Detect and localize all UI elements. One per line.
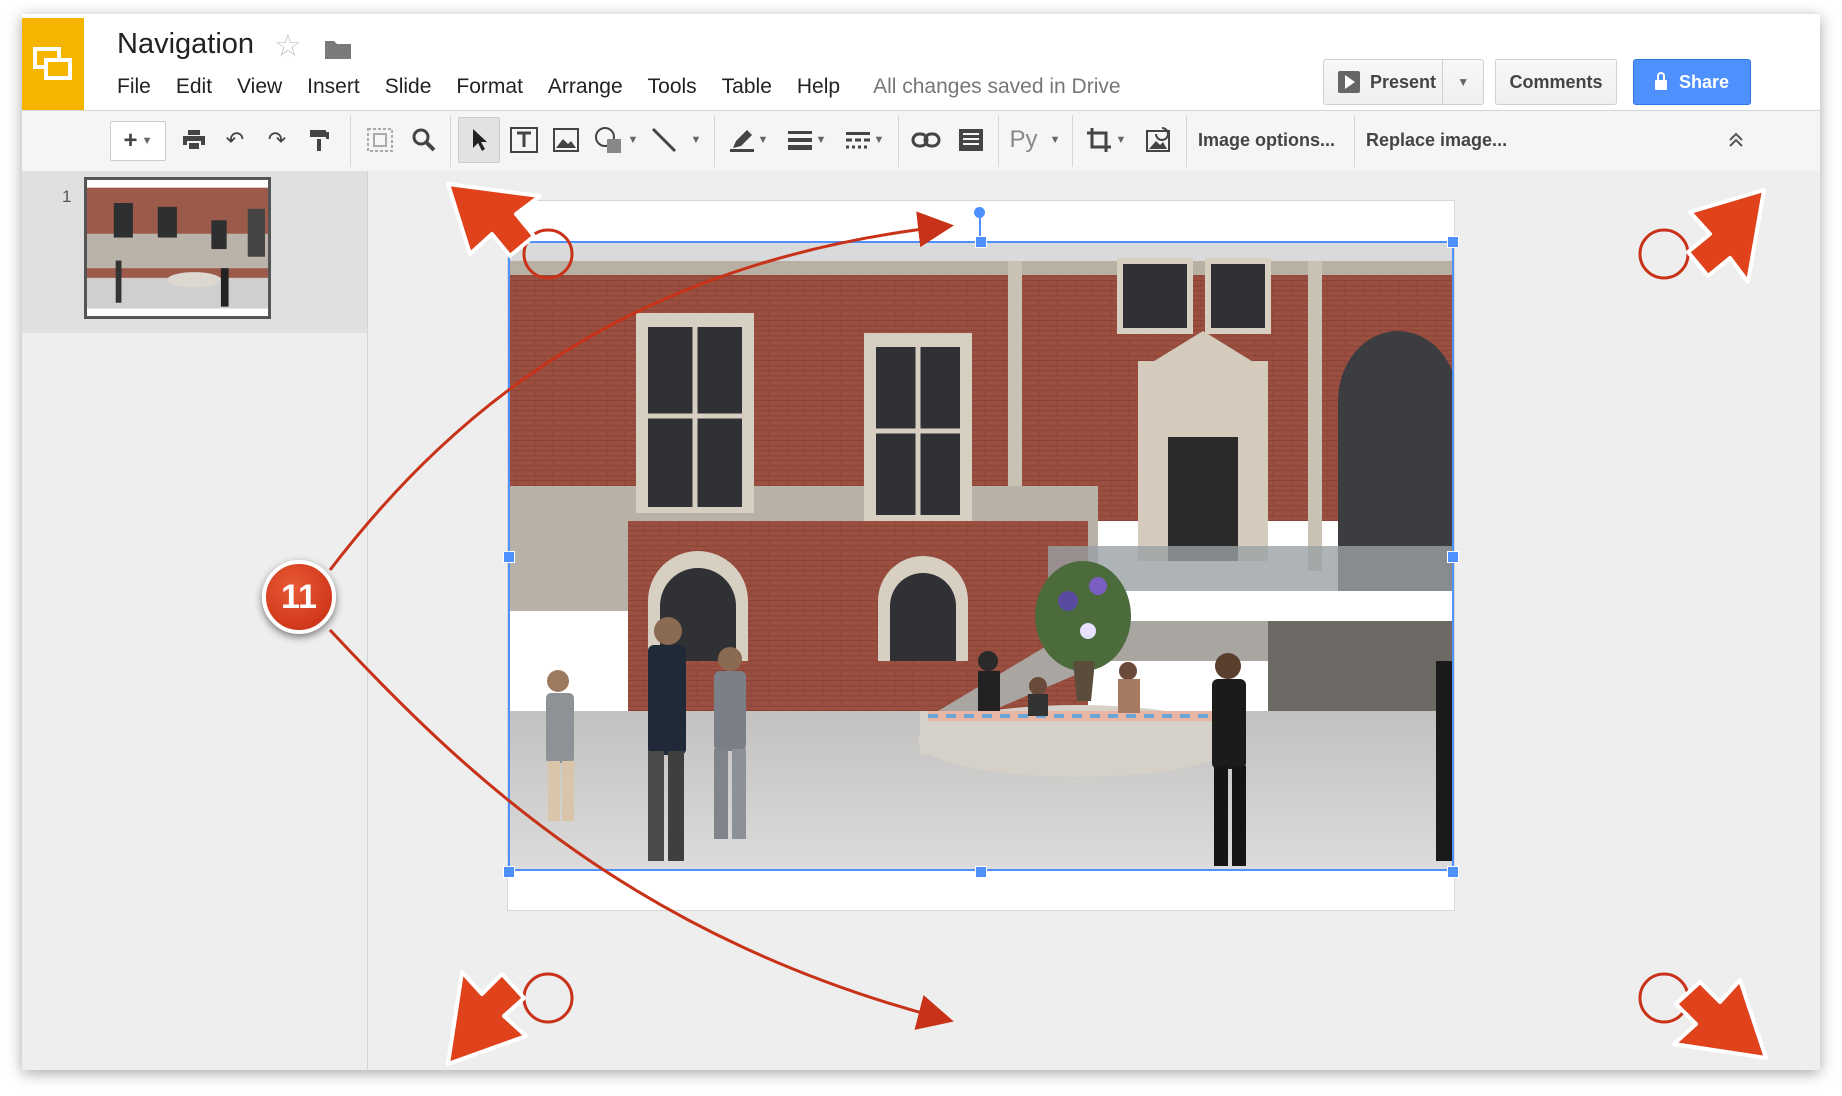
text-box-icon[interactable] xyxy=(506,117,542,163)
select-cursor-icon[interactable] xyxy=(458,117,500,163)
slides-logo-icon xyxy=(33,47,72,80)
slides-logo[interactable] xyxy=(22,18,84,110)
border-dash-icon[interactable]: ▼ xyxy=(840,117,890,163)
menu-file[interactable]: File xyxy=(117,75,151,105)
chevron-down-icon[interactable]: ▼ xyxy=(142,135,153,147)
menu-view[interactable]: View xyxy=(237,75,282,105)
reset-image-icon[interactable] xyxy=(1138,117,1178,163)
resize-handle-left[interactable] xyxy=(503,551,515,563)
undo-icon[interactable]: ↶ xyxy=(218,117,252,163)
resize-handle-bottom[interactable] xyxy=(975,866,987,878)
resize-handle-top[interactable] xyxy=(975,236,987,248)
plus-icon: + xyxy=(123,127,138,154)
shape-icon[interactable]: ▼ xyxy=(590,117,642,163)
save-status: All changes saved in Drive xyxy=(873,75,1121,98)
comments-button[interactable]: Comments xyxy=(1495,59,1617,105)
menu-bar: File Edit View Insert Slide Format Arran… xyxy=(117,75,1121,105)
crop-icon[interactable]: ▼ xyxy=(1080,117,1132,163)
spellcheck-button[interactable]: Py ▼ xyxy=(1006,117,1064,163)
slide[interactable] xyxy=(503,201,1459,910)
slide-canvas xyxy=(368,171,1820,1070)
line-icon[interactable]: ▼ xyxy=(650,117,702,163)
callout-number-badge: 11 xyxy=(262,560,336,634)
slide-number: 1 xyxy=(62,187,72,206)
document-title[interactable]: Navigation xyxy=(117,28,254,61)
lock-icon xyxy=(1654,71,1667,90)
comment-icon[interactable] xyxy=(952,117,990,163)
slide-thumbnail[interactable] xyxy=(84,177,271,319)
resize-handle-top-left[interactable] xyxy=(503,236,515,248)
rotate-handle[interactable] xyxy=(974,207,985,218)
star-icon[interactable]: ☆ xyxy=(274,30,302,62)
zoom-icon[interactable] xyxy=(406,117,442,163)
app-window: Navigation ☆ File Edit View Insert Slide… xyxy=(22,14,1820,1070)
resize-handle-right[interactable] xyxy=(1447,551,1459,563)
border-color-icon[interactable]: ▼ xyxy=(724,117,774,163)
menu-tools[interactable]: Tools xyxy=(648,75,697,105)
menu-arrange[interactable]: Arrange xyxy=(548,75,623,105)
resize-handle-bottom-right[interactable] xyxy=(1447,866,1459,878)
present-label: Present xyxy=(1370,71,1437,92)
present-button[interactable]: Present ▼ xyxy=(1323,59,1484,105)
menu-format[interactable]: Format xyxy=(456,75,523,105)
menu-edit[interactable]: Edit xyxy=(176,75,212,105)
share-button[interactable]: Share xyxy=(1633,59,1751,105)
replace-image-button[interactable]: Replace image... xyxy=(1366,117,1507,163)
menu-help[interactable]: Help xyxy=(797,75,840,105)
paint-format-icon[interactable] xyxy=(302,117,336,163)
selection-box xyxy=(508,241,1454,871)
menu-table[interactable]: Table xyxy=(722,75,772,105)
folder-icon[interactable] xyxy=(324,38,352,65)
new-slide-button[interactable]: + ▼ xyxy=(110,121,166,161)
image-icon[interactable] xyxy=(548,117,584,163)
image-options-button[interactable]: Image options... xyxy=(1198,117,1335,163)
present-dropdown-icon[interactable]: ▼ xyxy=(1443,75,1483,89)
link-icon[interactable] xyxy=(906,117,946,163)
share-label: Share xyxy=(1678,71,1730,92)
resize-handle-bottom-left[interactable] xyxy=(503,866,515,878)
resize-handle-top-right[interactable] xyxy=(1447,236,1459,248)
print-icon[interactable] xyxy=(176,117,212,163)
spell-label: Py xyxy=(1009,126,1038,153)
redo-icon[interactable]: ↷ xyxy=(260,117,294,163)
menu-insert[interactable]: Insert xyxy=(307,75,360,105)
collapse-toolbar-icon[interactable] xyxy=(1718,117,1754,163)
play-icon xyxy=(1338,71,1360,93)
border-weight-icon[interactable]: ▼ xyxy=(782,117,832,163)
fit-select-icon[interactable] xyxy=(360,117,400,163)
menu-slide[interactable]: Slide xyxy=(385,75,432,105)
toolbar: + ▼ ↶ ↷ ▼ ▼ ▼ ▼ ▼ Py ▼ ▼ Image options..… xyxy=(22,110,1820,172)
